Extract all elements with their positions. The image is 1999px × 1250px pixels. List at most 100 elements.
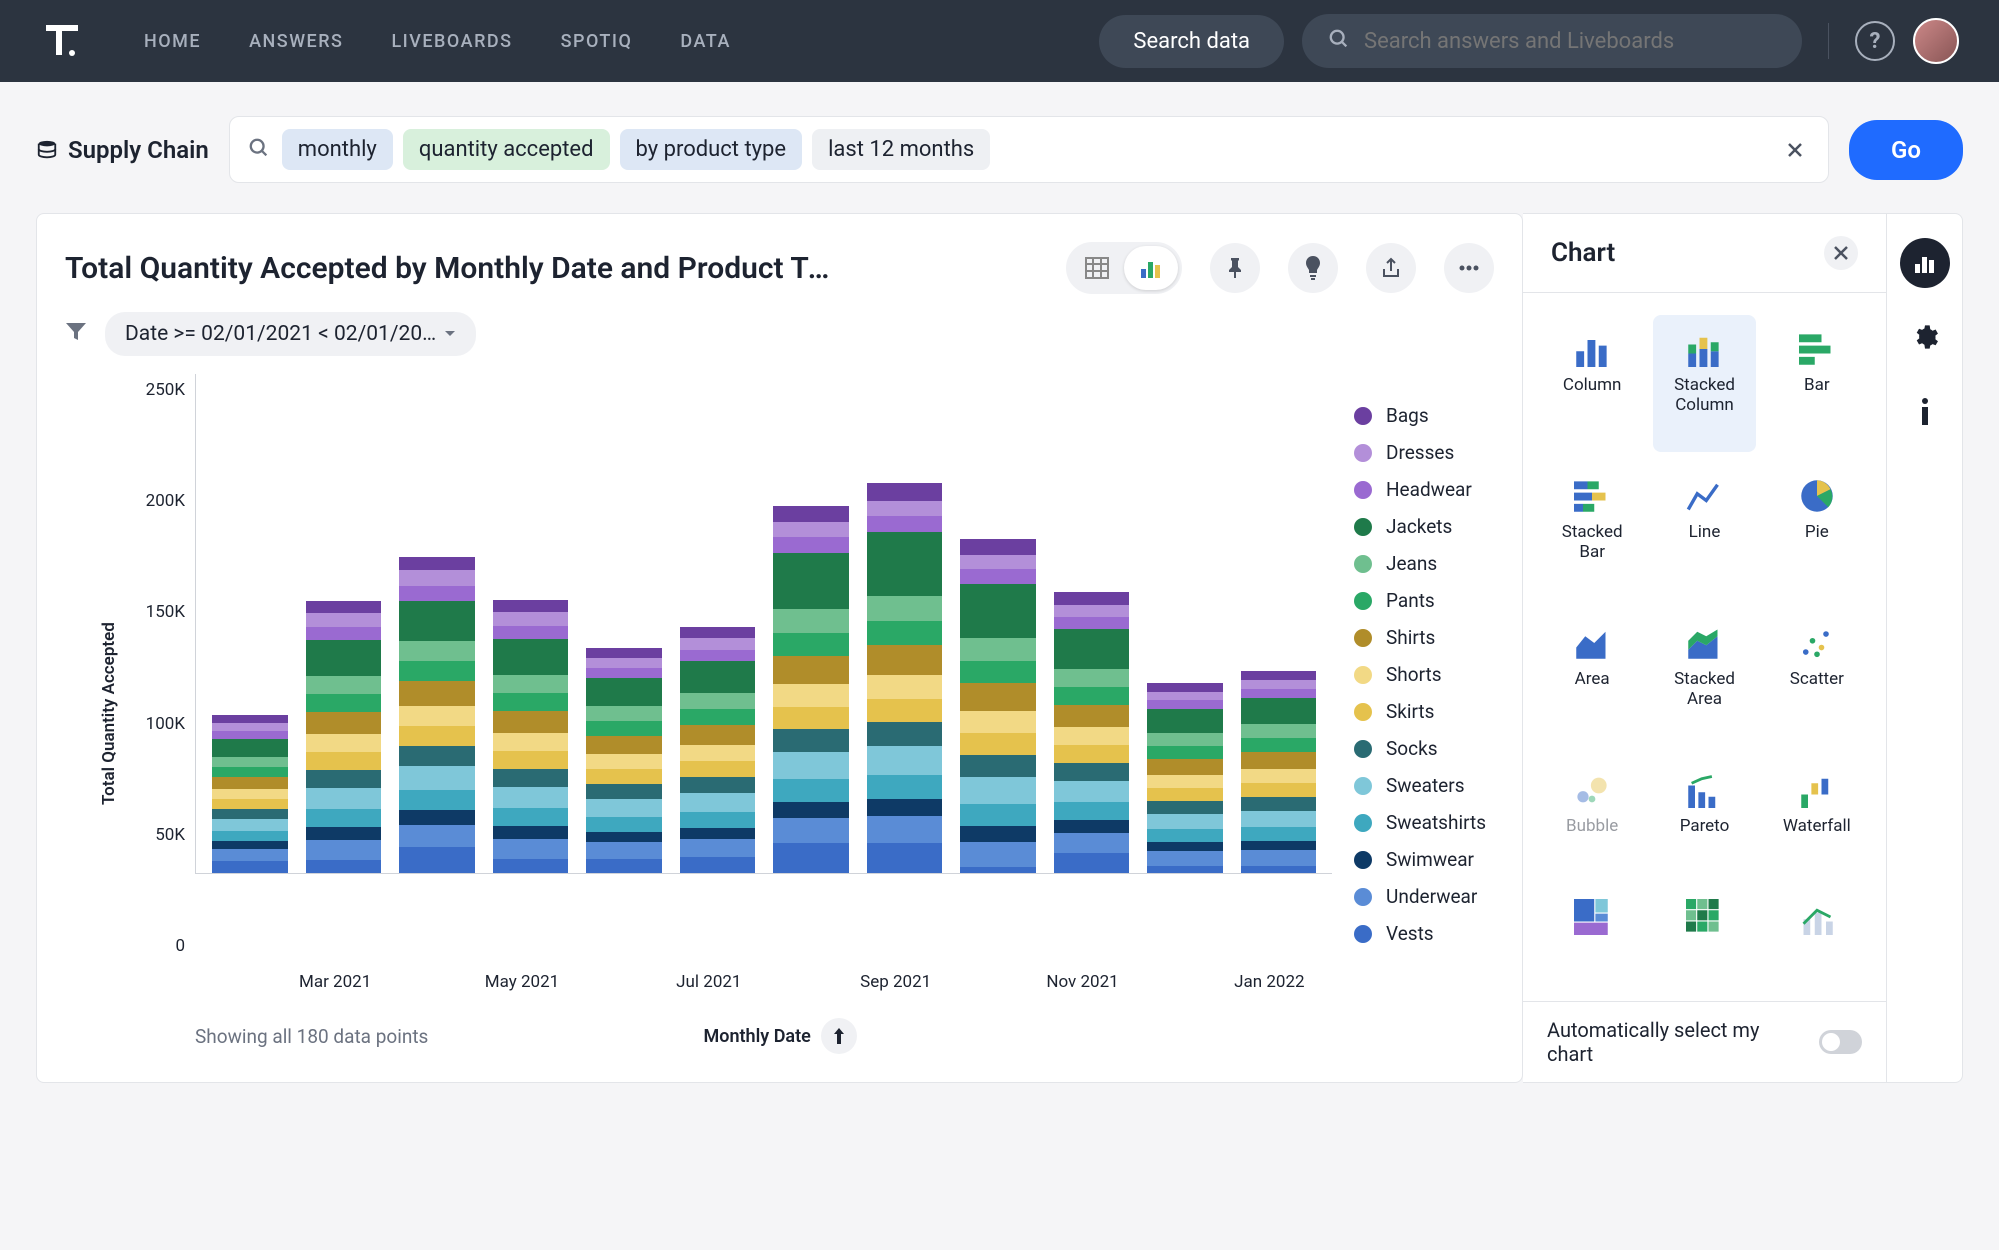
bar-segment [773,609,849,633]
search-data-button[interactable]: Search data [1099,15,1284,68]
clear-search-button[interactable] [1780,135,1810,165]
x-axis: Mar 2021May 2021Jul 2021Sep 2021Nov 2021… [123,962,1332,992]
share-button[interactable] [1366,243,1416,293]
bar[interactable] [212,715,288,873]
bar[interactable] [960,539,1036,873]
bar[interactable] [399,557,475,873]
close-panel-button[interactable] [1824,236,1858,270]
bar[interactable] [493,600,569,873]
bar-segment [867,483,943,501]
x-tick: Sep 2021 [849,972,942,992]
bar[interactable] [306,601,382,873]
chart-type-column[interactable]: Column [1541,315,1643,452]
legend-item[interactable]: Dresses [1354,441,1522,464]
settings-rail-button[interactable] [1900,312,1950,362]
bar[interactable] [1147,683,1223,873]
answer-title: Total Quantity Accepted by Monthly Date … [65,251,835,286]
search-pill[interactable]: last 12 months [812,129,990,170]
bar[interactable] [1241,671,1317,873]
more-button[interactable] [1444,243,1494,293]
bar[interactable] [586,648,662,873]
chart-type-waterfall[interactable]: Waterfall [1766,756,1868,873]
bar[interactable] [773,506,849,873]
avatar[interactable] [1913,18,1959,64]
bar-segment [773,506,849,522]
legend-item[interactable]: Sweaters [1354,774,1522,797]
legend-item[interactable]: Swimwear [1354,848,1522,871]
chart-type-line-column[interactable] [1766,883,1868,979]
legend-item[interactable]: Vests [1354,922,1522,945]
bar-segment [680,793,756,812]
filter-chip-date[interactable]: Date >= 02/01/2021 < 02/01/20… [105,312,476,356]
bar-segment [1054,802,1130,820]
legend-swatch [1354,888,1372,906]
bar-segment [773,633,849,656]
bar-segment [680,725,756,745]
search-pill[interactable]: by product type [620,129,803,170]
chart-type-stacked-area[interactable]: Stacked Area [1653,609,1755,746]
spotiq-button[interactable] [1288,243,1338,293]
chart-type-treemap[interactable] [1541,883,1643,979]
legend-item[interactable]: Jackets [1354,515,1522,538]
auto-select-toggle[interactable] [1819,1030,1862,1054]
bar-segment [1147,814,1223,829]
chart-type-scatter[interactable]: Scatter [1766,609,1868,746]
legend-item[interactable]: Sweatshirts [1354,811,1522,834]
y-tick: 0 [123,936,185,956]
chart-type-pie[interactable]: Pie [1766,462,1868,599]
bar-segment [493,826,569,839]
bar-segment [399,557,475,570]
search-pill[interactable]: monthly [282,129,393,170]
legend-label: Swimwear [1386,848,1474,871]
legend-item[interactable]: Underwear [1354,885,1522,908]
bar-segment [306,860,382,873]
chart-type-pareto[interactable]: Pareto [1653,756,1755,873]
divider [1828,23,1829,59]
legend-item[interactable]: Socks [1354,737,1522,760]
legend-item[interactable]: Bags [1354,404,1522,427]
chart-type-stacked-column[interactable]: Stacked Column [1653,315,1755,452]
chart-type-bar[interactable]: Bar [1766,315,1868,452]
chart-type-area[interactable]: Area [1541,609,1643,746]
legend-item[interactable]: Jeans [1354,552,1522,575]
bar[interactable] [680,627,756,873]
chart-type-label: Waterfall [1783,816,1851,836]
legend-label: Socks [1386,737,1438,760]
global-search-input[interactable] [1364,29,1776,54]
nav-link-liveboards[interactable]: LIVEBOARDS [391,31,512,52]
chart-plot[interactable] [195,374,1332,874]
help-button[interactable]: ? [1855,21,1895,61]
chart-type-stacked-bar[interactable]: Stacked Bar [1541,462,1643,599]
sort-button[interactable] [821,1018,857,1054]
datasource-selector[interactable]: Supply Chain [36,136,209,164]
chart-type-rail-button[interactable] [1900,238,1950,288]
legend-item[interactable]: Shorts [1354,663,1522,686]
legend-swatch [1354,481,1372,499]
bar-segment [680,761,756,777]
global-search[interactable] [1302,14,1802,68]
go-button[interactable]: Go [1849,120,1963,180]
nav-link-home[interactable]: HOME [144,31,201,52]
logo[interactable] [40,19,84,63]
bar-segment [960,755,1036,777]
bar[interactable] [1054,592,1130,873]
table-view-button[interactable] [1070,246,1124,290]
legend-item[interactable]: Skirts [1354,700,1522,723]
bar[interactable] [867,483,943,873]
bar-segment [1241,724,1317,738]
legend-item[interactable]: Shirts [1354,626,1522,649]
legend-item[interactable]: Headwear [1354,478,1522,501]
bar-segment [586,799,662,817]
legend-item[interactable]: Pants [1354,589,1522,612]
nav-link-answers[interactable]: ANSWERS [249,31,343,52]
chart-type-heatmap[interactable] [1653,883,1755,979]
chart-view-button[interactable] [1124,246,1178,290]
search-pill[interactable]: quantity accepted [403,129,610,170]
chart-legend: Bags Dresses Headwear Jackets Jeans Pants Shir… [1332,374,1522,1054]
nav-link-spotiq[interactable]: SPOTIQ [561,31,633,52]
pin-button[interactable] [1210,243,1260,293]
nav-link-data[interactable]: DATA [680,31,730,52]
chart-type-line[interactable]: Line [1653,462,1755,599]
info-rail-button[interactable] [1900,386,1950,436]
search-box[interactable]: monthlyquantity acceptedby product typel… [229,116,1829,183]
